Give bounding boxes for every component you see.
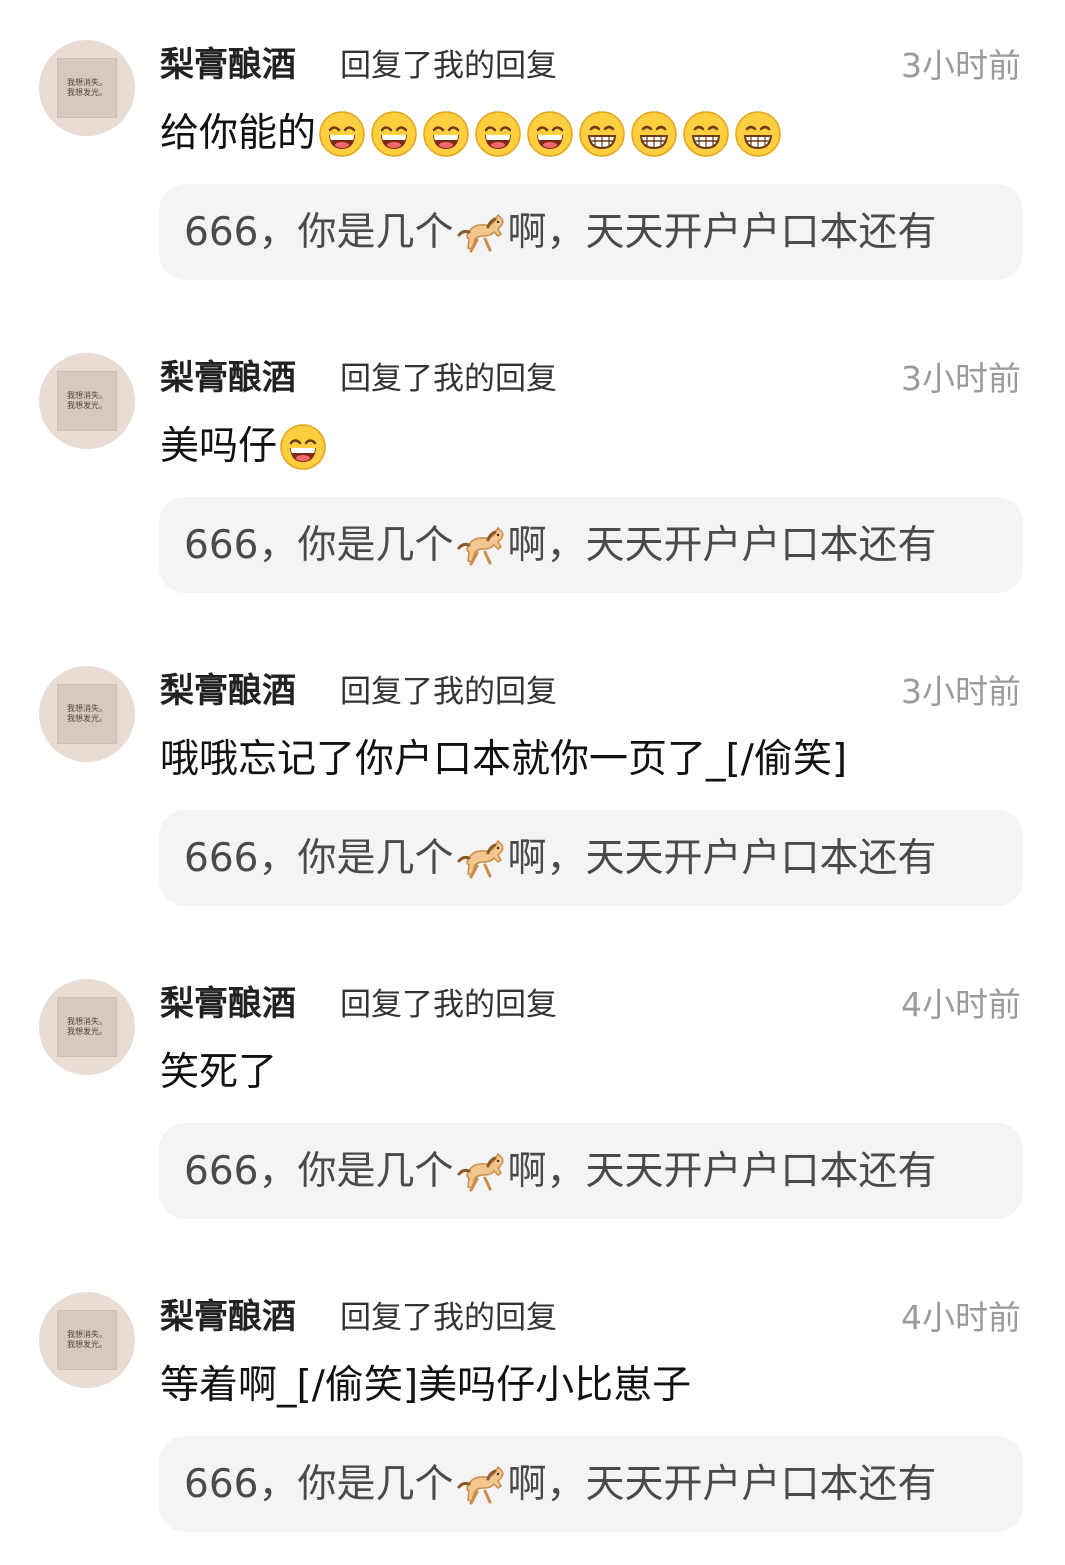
beaming-face-emoji [578, 110, 626, 158]
reply-content[interactable]: 哦哦忘记了你户口本就你一页了_[/偷笑] [160, 734, 849, 786]
reply-text: 哦哦忘记了你户口本就你一页了_[/偷笑] [160, 737, 848, 782]
quoted-text-suffix: 啊，天天开户户口本还有 [507, 1462, 937, 1507]
avatar-text: 我想消失。 我想发光。 [67, 1330, 107, 1349]
quoted-text: 666，你是几个 啊，天天开户户口本还有 [184, 1459, 936, 1511]
avatar-text: 我想消失。 我想发光。 [67, 704, 107, 723]
quoted-text-suffix: 啊，天天开户户口本还有 [507, 210, 937, 255]
timestamp: 4小时前 [901, 1298, 1021, 1337]
reply-notification-list: 我想消失。 我想发光。 梨膏酿酒 回复了我的回复 3小时前 给你能的 666，你… [0, 0, 1065, 1564]
notification-item[interactable]: 我想消失。 我想发光。 梨膏酿酒 回复了我的回复 3小时前 美吗仔 666，你是… [0, 313, 1065, 626]
avatar[interactable]: 我想消失。 我想发光。 [39, 979, 135, 1075]
username[interactable]: 梨膏酿酒 [160, 981, 296, 1027]
avatar-image: 我想消失。 我想发光。 [57, 684, 117, 744]
beaming-face-emoji [682, 110, 730, 158]
grinning-face-with-smiling-eyes-emoji [279, 423, 327, 471]
emoji-row [318, 110, 782, 158]
quoted-text-prefix: 666，你是几个 [184, 1462, 454, 1507]
avatar[interactable]: 我想消失。 我想发光。 [39, 40, 135, 136]
quoted-reply[interactable]: 666，你是几个 啊，天天开户户口本还有 [159, 1436, 1023, 1532]
action-text: 回复了我的回复 [340, 674, 557, 710]
quoted-text-suffix: 啊，天天开户户口本还有 [507, 836, 937, 881]
username[interactable]: 梨膏酿酒 [160, 42, 296, 88]
reply-content[interactable]: 给你能的 [160, 108, 782, 160]
notification-item[interactable]: 我想消失。 我想发光。 梨膏酿酒 回复了我的回复 3小时前 哦哦忘记了你户口本就… [0, 626, 1065, 939]
avatar-text: 我想消失。 我想发光。 [67, 391, 107, 410]
reply-content[interactable]: 美吗仔 [160, 421, 327, 473]
action-text: 回复了我的回复 [340, 987, 557, 1023]
notification-item[interactable]: 我想消失。 我想发光。 梨膏酿酒 回复了我的回复 4小时前 笑死了 666，你是… [0, 939, 1065, 1252]
quoted-text-prefix: 666，你是几个 [184, 523, 454, 568]
avatar-text: 我想消失。 我想发光。 [67, 1017, 107, 1036]
grinning-face-with-smiling-eyes-emoji [474, 110, 522, 158]
horse-icon [455, 1462, 507, 1508]
avatar-image: 我想消失。 我想发光。 [57, 1310, 117, 1370]
quoted-text: 666，你是几个 啊，天天开户户口本还有 [184, 520, 936, 572]
action-text: 回复了我的回复 [340, 1300, 557, 1336]
quoted-text: 666，你是几个 啊，天天开户户口本还有 [184, 833, 936, 885]
avatar[interactable]: 我想消失。 我想发光。 [39, 353, 135, 449]
notification-item[interactable]: 我想消失。 我想发光。 梨膏酿酒 回复了我的回复 3小时前 给你能的 666，你… [0, 0, 1065, 313]
grinning-face-with-smiling-eyes-emoji [370, 110, 418, 158]
avatar[interactable]: 我想消失。 我想发光。 [39, 666, 135, 762]
username[interactable]: 梨膏酿酒 [160, 1294, 296, 1340]
timestamp: 4小时前 [901, 985, 1021, 1024]
reply-text: 美吗仔 [160, 424, 278, 469]
username[interactable]: 梨膏酿酒 [160, 668, 296, 714]
quoted-text-prefix: 666，你是几个 [184, 210, 454, 255]
action-text: 回复了我的回复 [340, 361, 557, 397]
horse-icon [455, 836, 507, 882]
quoted-reply[interactable]: 666，你是几个 啊，天天开户户口本还有 [159, 184, 1023, 280]
horse-icon [455, 210, 507, 256]
quoted-reply[interactable]: 666，你是几个 啊，天天开户户口本还有 [159, 810, 1023, 906]
timestamp: 3小时前 [901, 672, 1021, 711]
avatar-image: 我想消失。 我想发光。 [57, 58, 117, 118]
avatar-image: 我想消失。 我想发光。 [57, 371, 117, 431]
quoted-reply[interactable]: 666，你是几个 啊，天天开户户口本还有 [159, 1123, 1023, 1219]
quoted-text-suffix: 啊，天天开户户口本还有 [507, 523, 937, 568]
reply-text: 给你能的 [160, 111, 317, 156]
quoted-text: 666，你是几个 啊，天天开户户口本还有 [184, 207, 936, 259]
reply-content[interactable]: 笑死了 [160, 1047, 279, 1099]
username[interactable]: 梨膏酿酒 [160, 355, 296, 401]
quoted-reply[interactable]: 666，你是几个 啊，天天开户户口本还有 [159, 497, 1023, 593]
horse-icon [455, 523, 507, 569]
avatar-text: 我想消失。 我想发光。 [67, 78, 107, 97]
grinning-face-with-smiling-eyes-emoji [526, 110, 574, 158]
quoted-text-prefix: 666，你是几个 [184, 1149, 454, 1194]
emoji-row [279, 423, 327, 471]
avatar-image: 我想消失。 我想发光。 [57, 997, 117, 1057]
timestamp: 3小时前 [901, 46, 1021, 85]
grinning-face-with-smiling-eyes-emoji [318, 110, 366, 158]
reply-content[interactable]: 等着啊_[/偷笑]美吗仔小比崽子 [160, 1360, 693, 1412]
timestamp: 3小时前 [901, 359, 1021, 398]
horse-icon [455, 1149, 507, 1195]
beaming-face-emoji [630, 110, 678, 158]
quoted-text-prefix: 666，你是几个 [184, 836, 454, 881]
beaming-face-emoji [734, 110, 782, 158]
reply-text: 等着啊_[/偷笑]美吗仔小比崽子 [160, 1363, 692, 1408]
reply-text: 笑死了 [160, 1050, 278, 1095]
action-text: 回复了我的回复 [340, 48, 557, 84]
avatar[interactable]: 我想消失。 我想发光。 [39, 1292, 135, 1388]
quoted-text: 666，你是几个 啊，天天开户户口本还有 [184, 1146, 936, 1198]
grinning-face-with-smiling-eyes-emoji [422, 110, 470, 158]
notification-item[interactable]: 我想消失。 我想发光。 梨膏酿酒 回复了我的回复 4小时前 等着啊_[/偷笑]美… [0, 1252, 1065, 1565]
quoted-text-suffix: 啊，天天开户户口本还有 [507, 1149, 937, 1194]
